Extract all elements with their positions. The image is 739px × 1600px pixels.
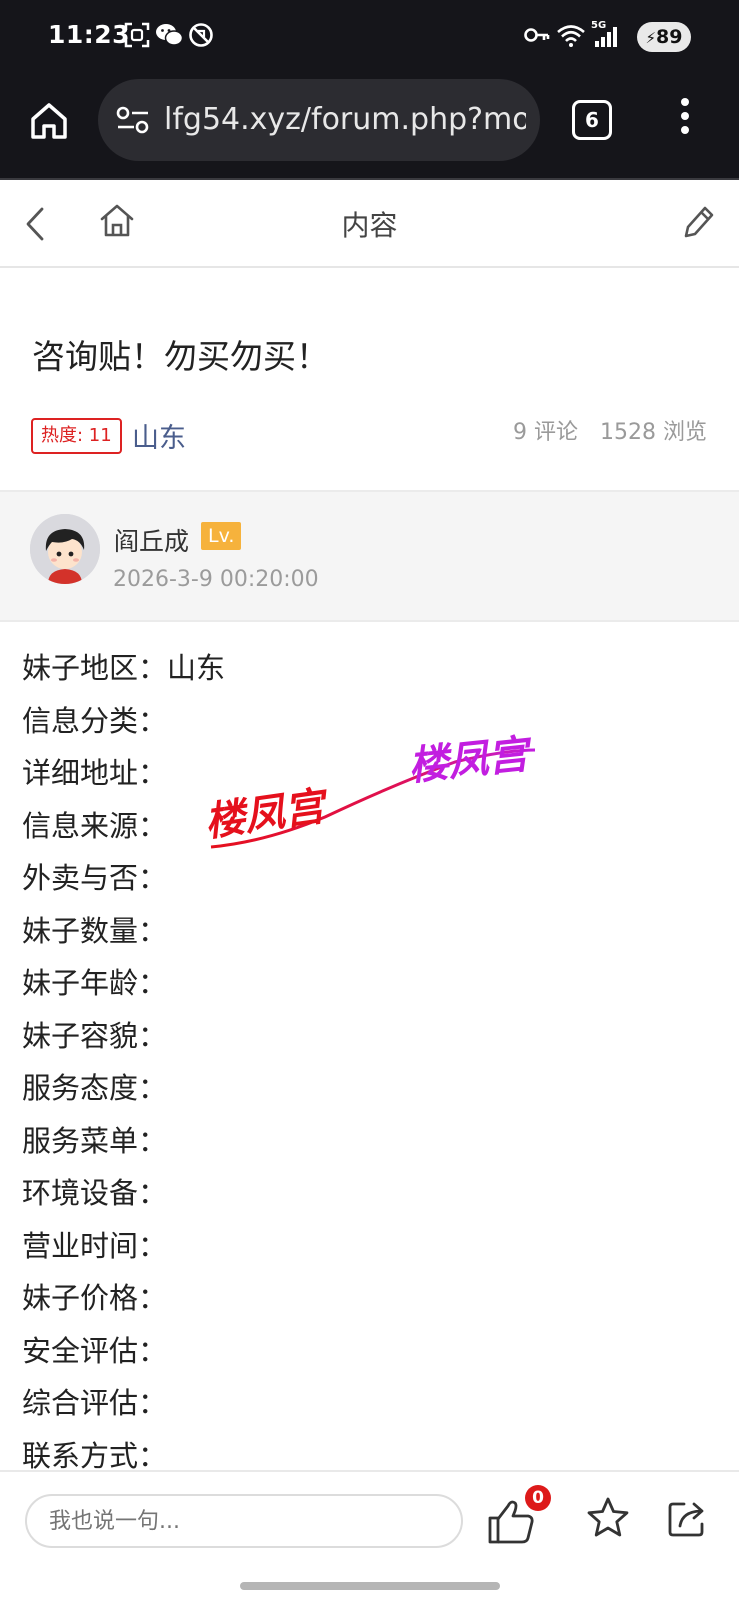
post-stats: 9 评论 1528 浏览 — [513, 414, 707, 446]
vpn-key-icon — [524, 28, 550, 42]
page-title: 内容 — [341, 209, 398, 242]
post-fields: 妹子地区：山东 信息分类： 详细地址： 信息来源： 外卖与否： 妹子数量： 妹子… — [22, 642, 225, 1482]
address-bar[interactable]: lfg54.xyz/forum.php?mod — [98, 79, 540, 161]
site-settings-icon[interactable] — [116, 105, 150, 135]
post-title: 咨询贴！勿买勿买！ — [32, 337, 329, 376]
author-name[interactable]: 阎丘成 — [114, 522, 189, 558]
battery-icon: ⚡89 — [637, 22, 691, 52]
share-icon[interactable] — [664, 1494, 712, 1542]
view-count: 1528 浏览 — [600, 420, 707, 445]
field-appearance: 妹子容貌： — [22, 1018, 168, 1053]
watermark-text-left: 楼凤宫 — [205, 783, 332, 846]
url-text[interactable]: lfg54.xyz/forum.php?mod — [164, 102, 526, 137]
field-hours: 营业时间： — [22, 1228, 168, 1263]
author-block: 阎丘成 Lv. 2026-3-9 00:20:00 — [0, 490, 739, 622]
level-badge: Lv. — [201, 522, 242, 550]
comment-input[interactable] — [25, 1494, 463, 1548]
bottom-action-bar: 0 — [0, 1470, 739, 1568]
page-header: 内容 — [0, 180, 739, 268]
field-region: 妹子地区：山东 — [22, 651, 226, 685]
wechat-icon — [156, 24, 183, 46]
field-environment: 环境设备： — [22, 1176, 168, 1210]
home-icon[interactable] — [28, 100, 70, 142]
field-price: 妹子价格： — [22, 1281, 168, 1315]
status-time: 11:23 — [48, 20, 131, 49]
field-safety: 安全评估： — [22, 1333, 168, 1368]
signal-icon — [595, 27, 617, 47]
watermark: 楼凤宫 楼凤宫 — [205, 731, 535, 849]
field-category: 信息分类： — [22, 703, 168, 738]
field-source: 信息来源： — [22, 808, 168, 843]
edit-icon[interactable] — [680, 202, 716, 242]
field-age: 妹子年龄： — [22, 966, 168, 1000]
status-bar: 11:23 5G ⚡89 — [0, 0, 739, 72]
more-menu-icon[interactable] — [680, 98, 690, 140]
field-delivery: 外卖与否： — [22, 861, 168, 895]
field-overall: 综合评估： — [22, 1386, 168, 1420]
battery-level: 89 — [656, 26, 683, 48]
field-count: 妹子数量： — [22, 913, 168, 948]
field-menu: 服务菜单： — [22, 1123, 168, 1158]
field-attitude: 服务态度： — [22, 1071, 168, 1105]
avatar[interactable] — [30, 514, 100, 584]
region-link[interactable]: 山东 — [132, 416, 186, 455]
wifi-icon — [557, 25, 585, 47]
heat-badge: 热度: 11 — [31, 418, 122, 454]
screenshot-icon — [124, 22, 150, 48]
like-count-badge: 0 — [525, 1485, 551, 1511]
no-data-icon — [189, 23, 213, 47]
avatar-image — [30, 514, 100, 584]
watermark-text-right: 楼凤宫 — [406, 731, 535, 790]
field-address: 详细地址： — [22, 756, 168, 790]
gesture-nav-handle[interactable] — [240, 1582, 500, 1590]
comment-count: 9 评论 — [513, 420, 579, 445]
tab-count-icon[interactable]: 6 — [572, 100, 612, 140]
post-date: 2026-3-9 00:20:00 — [113, 567, 319, 592]
star-icon[interactable] — [584, 1494, 632, 1542]
browser-toolbar: lfg54.xyz/forum.php?mod 6 — [0, 72, 739, 180]
